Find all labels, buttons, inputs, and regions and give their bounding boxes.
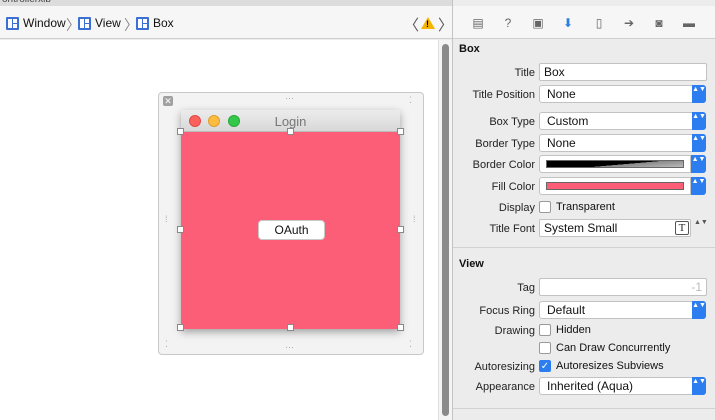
selection-handle-bottom[interactable] — [287, 324, 294, 331]
jump-bar: Window 〉 View 〉 Box 〈 ! 〉 — [0, 6, 453, 39]
window-icon — [6, 16, 19, 30]
tag-label: Tag — [517, 282, 535, 294]
transparent-checkbox[interactable] — [539, 201, 551, 213]
breadcrumb-view[interactable]: View — [78, 16, 121, 30]
border-color-label: Border Color — [472, 159, 535, 171]
attributes-inspector: ▤ ? ▣ ⬇ ▯ ➔ ◙ ▬ Box Title Box Title Posi… — [452, 0, 715, 420]
box-section-title: Box — [459, 43, 480, 55]
resize-grip-right[interactable]: ⁞ — [413, 215, 417, 224]
box-view[interactable]: OAuth — [181, 132, 400, 329]
back-arrow-icon[interactable]: 〈 — [404, 14, 419, 35]
border-type-popup[interactable]: None ▲▼ — [539, 134, 706, 152]
warning-mark: ! — [426, 19, 429, 29]
focus-ring-label: Focus Ring — [479, 305, 535, 317]
tag-field[interactable]: -1 — [539, 278, 707, 296]
bindings-icon[interactable]: ◙ — [652, 16, 666, 30]
chevron-up-down-icon: ▲▼ — [692, 377, 706, 395]
autoresizes-subviews-label: Autoresizes Subviews — [556, 360, 664, 372]
title-label: Title — [514, 67, 535, 79]
border-color-swatch — [546, 160, 684, 168]
border-type-label: Border Type — [475, 138, 535, 150]
close-icon[interactable]: ✕ — [163, 96, 173, 106]
appearance-popup[interactable]: Inherited (Aqua) ▲▼ — [539, 377, 706, 395]
title-position-value: None — [547, 87, 576, 101]
title-font-label: Title Font — [489, 223, 535, 235]
inspector-tab-bar: ▤ ? ▣ ⬇ ▯ ➔ ◙ ▬ — [453, 6, 715, 39]
chevron-up-down-icon[interactable]: ▲▼ — [691, 155, 706, 173]
file-icon[interactable]: ▤ — [471, 16, 485, 30]
border-type-value: None — [547, 136, 576, 150]
drawing-label: Drawing — [494, 325, 535, 337]
title-field[interactable]: Box — [539, 63, 707, 81]
breadcrumb-window-label: Window — [23, 16, 66, 30]
resize-grip-bottom-right[interactable]: ⁚ — [409, 340, 413, 349]
attributes-icon[interactable]: ⬇ — [561, 16, 575, 30]
oauth-button[interactable]: OAuth — [258, 220, 325, 240]
selection-handle-bottom-left[interactable] — [177, 324, 184, 331]
draw-concurrently-checkbox[interactable] — [539, 342, 551, 354]
resize-grip-top-right[interactable]: ⁚ — [409, 96, 413, 105]
box-type-label: Box Type — [489, 116, 535, 128]
title-font-value: System Small — [544, 221, 618, 235]
section-divider — [453, 408, 715, 409]
view-icon — [78, 16, 91, 30]
selection-handle-top[interactable] — [287, 128, 294, 135]
box-icon — [136, 16, 149, 30]
box-type-popup[interactable]: Custom ▲▼ — [539, 112, 706, 130]
fill-color-well[interactable] — [539, 177, 691, 195]
breadcrumb-view-label: View — [95, 16, 121, 30]
draw-concurrently-label: Can Draw Concurrently — [556, 342, 671, 354]
hidden-label: Hidden — [556, 324, 591, 336]
display-label: Display — [498, 202, 535, 214]
fill-color-swatch — [546, 182, 684, 190]
size-icon[interactable]: ▯ — [592, 16, 606, 30]
section-divider — [453, 247, 715, 248]
identity-icon[interactable]: ▣ — [531, 16, 545, 30]
window-title: Login — [274, 114, 307, 129]
focus-ring-value: Default — [547, 303, 586, 317]
appearance-value: Inherited (Aqua) — [547, 379, 634, 393]
autoresizes-subviews-checkbox[interactable]: ✓ — [539, 360, 551, 372]
chevron-up-down-icon[interactable]: ▲▼ — [691, 177, 706, 195]
warning-icon[interactable]: ! — [421, 17, 435, 29]
font-size-stepper[interactable]: ▲▼ — [694, 219, 708, 237]
canvas-scrollbar[interactable] — [438, 40, 452, 420]
selection-handle-top-right[interactable] — [397, 128, 404, 135]
resize-grip-top[interactable]: ⋯ — [285, 94, 295, 103]
resize-grip-left[interactable]: ⁞ — [165, 215, 169, 224]
breadcrumb-window[interactable]: Window — [6, 16, 66, 30]
title-position-label: Title Position — [472, 89, 535, 101]
border-color-well[interactable] — [539, 155, 691, 173]
chevron-up-down-icon: ▲▼ — [692, 85, 706, 103]
selection-handle-bottom-right[interactable] — [397, 324, 404, 331]
appearance-label: Appearance — [475, 381, 535, 393]
breadcrumb-box-label: Box — [153, 16, 174, 30]
autoresizing-label: Autoresizing — [474, 361, 535, 373]
resize-grip-bottom-left[interactable]: ⁚ — [165, 340, 169, 349]
chevron-up-down-icon: ▲▼ — [692, 134, 706, 152]
file-name: ontrollerxib — [2, 0, 51, 5]
selection-handle-right[interactable] — [397, 226, 404, 233]
title-font-field[interactable]: System Small — [539, 219, 691, 237]
resize-grip-bottom[interactable]: ⋯ — [285, 343, 295, 352]
effects-icon[interactable]: ▬ — [682, 16, 696, 30]
scrollbar-thumb[interactable] — [442, 44, 449, 416]
chevron-up-down-icon: ▲▼ — [692, 112, 706, 130]
help-icon[interactable]: ? — [501, 16, 515, 30]
focus-ring-popup[interactable]: Default ▲▼ — [539, 301, 706, 319]
selection-handle-top-left[interactable] — [177, 128, 184, 135]
selection-handle-left[interactable] — [177, 226, 184, 233]
hidden-checkbox[interactable] — [539, 324, 551, 336]
fill-color-label: Fill Color — [491, 181, 535, 193]
forward-arrow-icon[interactable]: 〉 — [438, 14, 453, 35]
transparent-label: Transparent — [556, 201, 615, 213]
box-type-value: Custom — [547, 114, 589, 128]
login-window[interactable]: Login OAuth — [181, 110, 400, 329]
breadcrumb-box[interactable]: Box — [136, 16, 174, 30]
view-section-title: View — [459, 258, 484, 270]
title-position-popup[interactable]: None ▲▼ — [539, 85, 706, 103]
chevron-up-down-icon: ▲▼ — [692, 301, 706, 319]
connections-icon[interactable]: ➔ — [622, 16, 636, 30]
font-picker-icon[interactable]: T — [675, 221, 689, 235]
